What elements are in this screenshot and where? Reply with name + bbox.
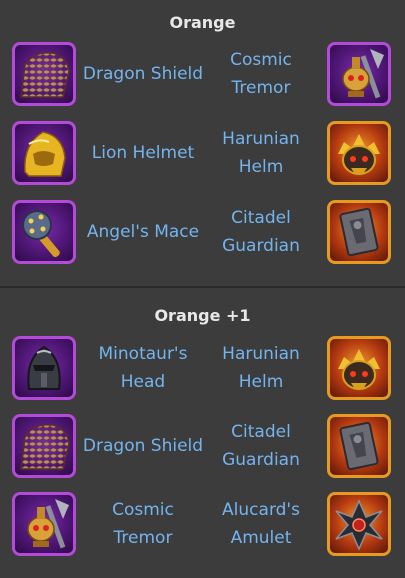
dragon-shield-icon[interactable]	[12, 42, 76, 106]
section-orange: Orange Dragon Shield Cosmic Tremor Lion …	[0, 0, 405, 287]
section-title: Orange	[169, 13, 236, 32]
item-row: Lion Helmet Harunian Helm	[0, 121, 405, 191]
section-title: Orange +1	[154, 306, 251, 325]
left-item-label[interactable]: Dragon Shield	[80, 42, 206, 106]
right-item-label[interactable]: Alucard's Amulet	[200, 492, 322, 556]
left-item-label[interactable]: Lion Helmet	[80, 121, 206, 185]
item-row: Cosmic Tremor Alucard's Amulet	[0, 492, 405, 562]
citadel-guardian-icon[interactable]	[327, 414, 391, 478]
right-item-label[interactable]: Citadel Guardian	[200, 414, 322, 478]
dragon-shield-icon[interactable]	[12, 414, 76, 478]
cosmic-tremor-icon[interactable]	[327, 42, 391, 106]
harunian-helm-icon[interactable]	[327, 121, 391, 185]
minotaurs-head-icon[interactable]	[12, 336, 76, 400]
right-item-label[interactable]: Harunian Helm	[200, 336, 322, 400]
citadel-guardian-icon[interactable]	[327, 200, 391, 264]
item-row: Angel's Mace Citadel Guardian	[0, 200, 405, 270]
left-item-label[interactable]: Minotaur's Head	[80, 336, 206, 400]
left-item-label[interactable]: Cosmic Tremor	[80, 492, 206, 556]
alucards-amulet-icon[interactable]	[327, 492, 391, 556]
angels-mace-icon[interactable]	[12, 200, 76, 264]
right-item-label[interactable]: Cosmic Tremor	[200, 42, 322, 106]
section-orange-plus-1: Orange +1 Minotaur's Head Harunian Helm …	[0, 288, 405, 578]
item-row: Dragon Shield Cosmic Tremor	[0, 42, 405, 112]
right-item-label[interactable]: Harunian Helm	[200, 121, 322, 185]
left-item-label[interactable]: Dragon Shield	[80, 414, 206, 478]
lion-helmet-icon[interactable]	[12, 121, 76, 185]
item-row: Dragon Shield Citadel Guardian	[0, 414, 405, 484]
item-row: Minotaur's Head Harunian Helm	[0, 336, 405, 406]
right-item-label[interactable]: Citadel Guardian	[200, 200, 322, 264]
cosmic-tremor-icon[interactable]	[12, 492, 76, 556]
left-item-label[interactable]: Angel's Mace	[80, 200, 206, 264]
harunian-helm-icon[interactable]	[327, 336, 391, 400]
